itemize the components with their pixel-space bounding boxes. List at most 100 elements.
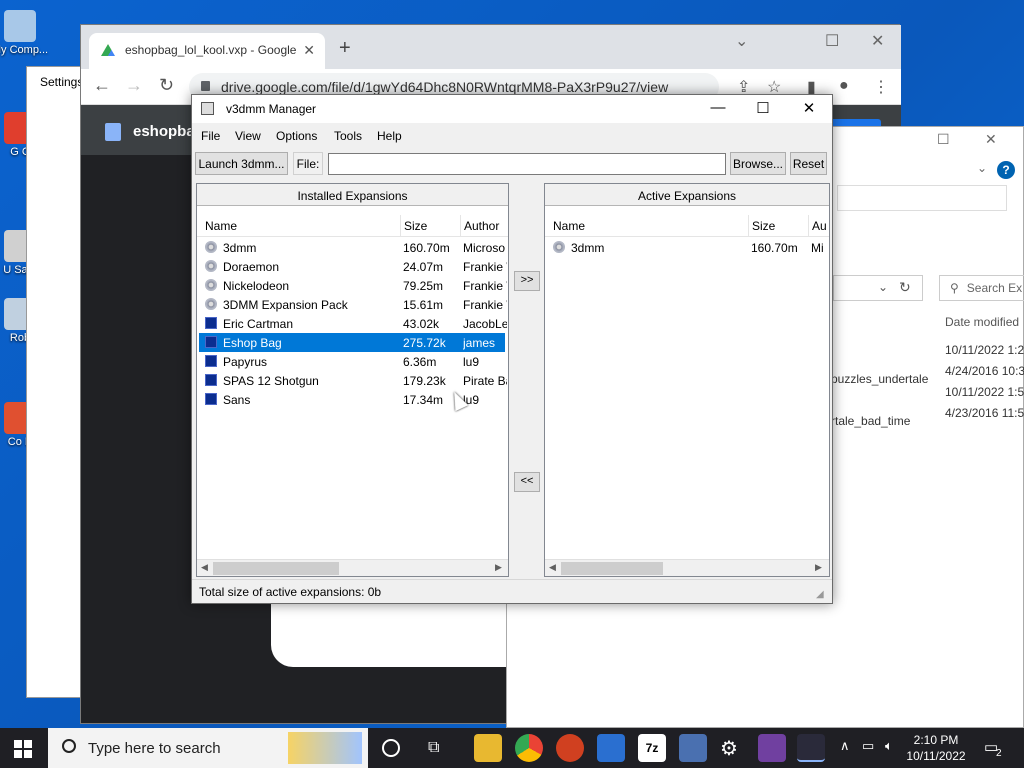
- clock[interactable]: 2:10 PM 10/11/2022: [904, 732, 968, 764]
- back-icon[interactable]: ←: [93, 75, 111, 96]
- col-author[interactable]: Au: [812, 219, 827, 233]
- resize-grip-icon[interactable]: ◢: [816, 589, 824, 600]
- expansion-row[interactable]: 3DMM Expansion Pack 15.61m Frankie W: [199, 295, 507, 314]
- 3dmm-taskbar-icon[interactable]: [758, 734, 786, 762]
- close-icon[interactable]: ✕: [985, 131, 997, 148]
- col-size[interactable]: Size: [752, 219, 775, 233]
- installed-header: Installed Expansions: [197, 184, 508, 206]
- desktop-shortcut-icon[interactable]: My Comp...: [0, 10, 58, 56]
- col-name[interactable]: Name: [553, 219, 585, 233]
- forward-icon[interactable]: →: [125, 75, 143, 96]
- close-icon[interactable]: ✕: [871, 31, 884, 51]
- maximize-icon[interactable]: ☐: [937, 131, 950, 148]
- chevron-down-icon[interactable]: ⌄: [735, 31, 748, 51]
- expansion-name: Eshop Bag: [223, 336, 282, 350]
- cortana-icon[interactable]: [382, 739, 400, 757]
- taskbar: Type here to search ⧉ 7z ⚙ ∧ ▭ 🔈︎ 2:10 P…: [0, 728, 1024, 768]
- expansion-row[interactable]: SPAS 12 Shotgun 179.23k Pirate Ba: [199, 371, 507, 390]
- chrome-tab[interactable]: eshopbag_lol_kool.vxp - Google ✕: [89, 33, 325, 69]
- scroll-thumb[interactable]: [561, 562, 663, 575]
- app-taskbar-icon[interactable]: [556, 734, 584, 762]
- reload-icon[interactable]: ↻: [159, 75, 174, 96]
- chevron-down-icon: ⌄: [878, 280, 889, 294]
- expansion-row[interactable]: Doraemon 24.07m Frankie W: [199, 257, 507, 276]
- menu-kebab-icon[interactable]: ⋮: [873, 77, 889, 97]
- active-header: Active Expansions: [545, 184, 829, 206]
- expansion-size: 160.70m: [403, 241, 450, 255]
- expansion-name: Sans: [223, 393, 251, 407]
- explorer-file-name[interactable]: puzzles_undertale: [831, 372, 928, 386]
- new-tab-button[interactable]: +: [339, 37, 351, 60]
- chevron-up-icon[interactable]: ∧: [840, 738, 850, 754]
- scroll-right-icon[interactable]: ▶: [495, 562, 502, 573]
- menu-view[interactable]: View: [235, 129, 261, 143]
- menu-help[interactable]: Help: [377, 129, 402, 143]
- date-modified-header[interactable]: Date modified: [945, 315, 1019, 329]
- status-bar: Total size of active expansions: 0b: [192, 579, 832, 603]
- minimize-icon[interactable]: —: [708, 99, 728, 116]
- network-icon[interactable]: ▭: [862, 738, 874, 754]
- menu-tools[interactable]: Tools: [334, 129, 362, 143]
- 7zip-taskbar-icon[interactable]: 7z: [638, 734, 666, 762]
- menu-options[interactable]: Options: [276, 129, 317, 143]
- explorer-search-input[interactable]: ⚲ Search Ex: [939, 275, 1024, 301]
- time: 2:10 PM: [913, 733, 959, 747]
- gear-icon: [205, 241, 217, 253]
- browse-button[interactable]: Browse...: [730, 152, 786, 175]
- app-taskbar-icon[interactable]: [679, 734, 707, 762]
- installed-horizontal-scrollbar[interactable]: ◀ ▶: [197, 559, 508, 576]
- v3dmm-manager-window[interactable]: v3dmm Manager — ☐ ✕ File View Options To…: [191, 94, 833, 604]
- chevron-down-icon[interactable]: ⌄: [977, 161, 987, 175]
- title-bar: v3dmm Manager — ☐ ✕: [192, 95, 832, 123]
- expansion-row[interactable]: Eshop Bag 275.72k james: [199, 333, 505, 352]
- close-icon[interactable]: ✕: [799, 99, 819, 117]
- col-size[interactable]: Size: [404, 219, 427, 233]
- chrome-taskbar-icon[interactable]: [515, 734, 543, 762]
- maximize-icon[interactable]: ☐: [825, 31, 839, 51]
- file-explorer-taskbar-icon[interactable]: [474, 734, 502, 762]
- reset-button[interactable]: Reset: [790, 152, 827, 175]
- col-name[interactable]: Name: [205, 219, 237, 233]
- menu-file[interactable]: File: [201, 129, 220, 143]
- task-view-icon[interactable]: ⧉: [428, 739, 439, 757]
- expansion-row[interactable]: 3dmm 160.70m Microso: [199, 238, 505, 257]
- v3dmm-taskbar-icon[interactable]: [797, 734, 825, 762]
- active-horizontal-scrollbar[interactable]: ◀ ▶: [545, 559, 829, 576]
- expansion-row[interactable]: Nickelodeon 79.25m Frankie W: [199, 276, 507, 295]
- tab-close-icon[interactable]: ✕: [303, 42, 315, 59]
- file-path-input[interactable]: [328, 153, 726, 175]
- expansion-row[interactable]: Papyrus 6.36m lu9: [199, 352, 505, 371]
- windows-start-icon[interactable]: [14, 740, 32, 758]
- col-author[interactable]: Author: [464, 219, 499, 233]
- app-taskbar-icon[interactable]: [597, 734, 625, 762]
- maximize-icon[interactable]: ☐: [753, 99, 773, 117]
- profile-icon[interactable]: ●: [839, 77, 849, 95]
- scroll-right-icon[interactable]: ▶: [815, 562, 822, 573]
- scroll-left-icon[interactable]: ◀: [549, 562, 556, 573]
- app-icon: [201, 102, 214, 115]
- url-text: drive.google.com/file/d/1gwYd64Dhc8N0RWn…: [221, 79, 669, 95]
- taskbar-search-box[interactable]: Type here to search: [48, 728, 368, 768]
- expansion-name: Eric Cartman: [223, 317, 294, 331]
- expansion-size: 24.07m: [403, 260, 444, 274]
- refresh-icon[interactable]: ↻: [899, 279, 911, 296]
- launch-3dmm-button[interactable]: Launch 3dmm...: [195, 152, 288, 175]
- installed-column-headers: Name Size Author: [197, 215, 508, 237]
- active-column-headers: Name Size Au: [545, 215, 829, 237]
- window-title: v3dmm Manager: [226, 102, 317, 116]
- gear-icon: [205, 260, 217, 272]
- settings-window[interactable]: Settings: [26, 66, 86, 698]
- expansion-row[interactable]: 3dmm 160.70m Mi: [547, 238, 829, 257]
- add-expansion-button[interactable]: >>: [514, 271, 540, 291]
- google-drive-icon: [101, 44, 115, 56]
- settings-gear-icon[interactable]: ⚙: [720, 736, 738, 761]
- expansion-icon: [205, 317, 217, 329]
- expansion-row[interactable]: Eric Cartman 43.02k JacobLe: [199, 314, 507, 333]
- explorer-file-name[interactable]: rtale_bad_time: [831, 414, 910, 428]
- scroll-left-icon[interactable]: ◀: [201, 562, 208, 573]
- expansion-name: 3DMM Expansion Pack: [223, 298, 348, 312]
- remove-expansion-button[interactable]: <<: [514, 472, 540, 492]
- scroll-thumb[interactable]: [213, 562, 339, 575]
- help-icon[interactable]: ?: [997, 161, 1015, 179]
- volume-icon[interactable]: 🔈︎: [885, 738, 893, 754]
